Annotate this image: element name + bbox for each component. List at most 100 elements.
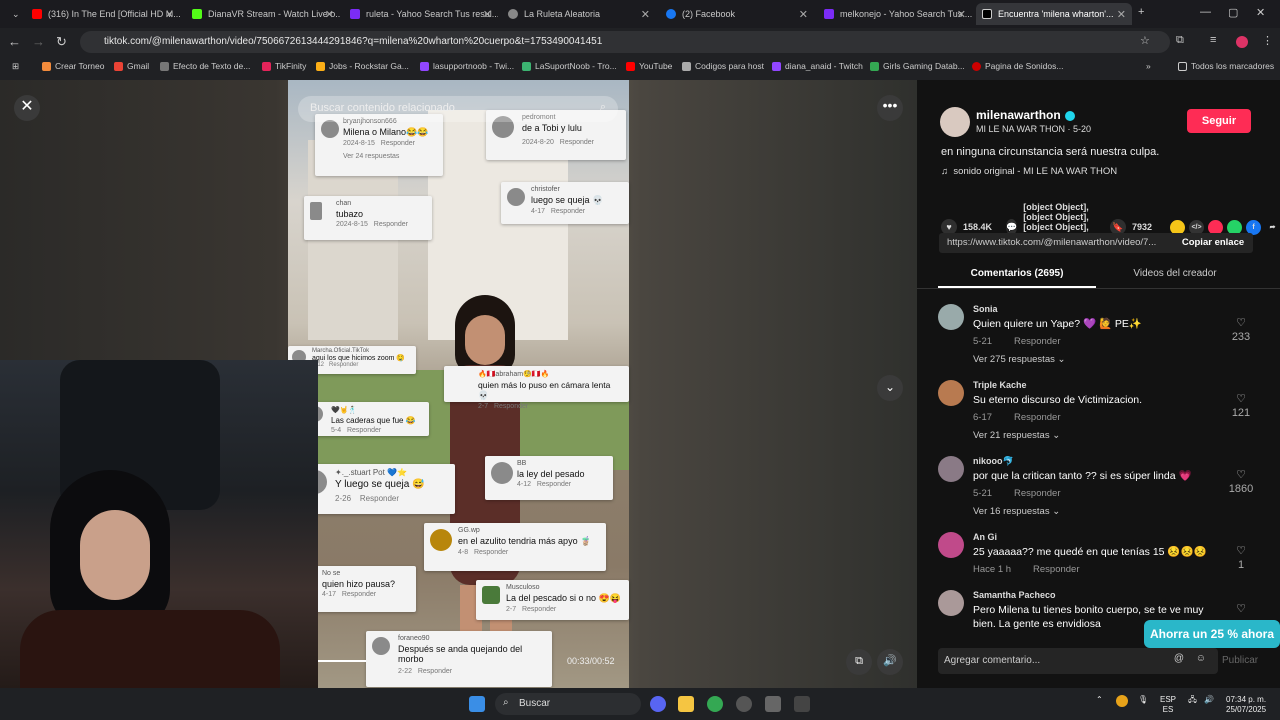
close-video-button[interactable]: ✕ (14, 95, 40, 121)
tab-5[interactable]: (2) Facebook ✕ (660, 3, 814, 25)
reload-icon[interactable]: ↻ (56, 34, 67, 50)
bookmark-item[interactable]: Gmail (114, 61, 149, 71)
comment-like-button[interactable]: ♡ 1 (1226, 544, 1256, 571)
bookmark-item[interactable]: TikFinity (262, 61, 306, 71)
view-replies[interactable]: Ver 16 respuestas ⌄ (973, 506, 1060, 517)
volume-button[interactable]: 🔊 (877, 649, 903, 675)
bookmark-item[interactable]: YouTube (626, 61, 672, 71)
reply-button[interactable]: Responder (1014, 488, 1060, 499)
bookmark-item[interactable]: lasupportnoob - Twi... (420, 61, 514, 71)
creator-name[interactable]: milenawarthon (976, 108, 1075, 122)
bookmark-star-icon[interactable]: ☆ (1140, 34, 1150, 47)
close-icon[interactable]: ✕ (165, 8, 174, 21)
search-icon[interactable]: ⌕ (600, 101, 606, 114)
tab-creator-videos[interactable]: Videos del creador (1096, 268, 1254, 279)
app-icon[interactable] (765, 696, 781, 712)
add-comment-input[interactable]: Agregar comentario... @ ☺ (938, 648, 1218, 674)
comment-author[interactable]: An Gi (973, 532, 997, 542)
extensions-icon[interactable]: ⧉ (1176, 34, 1184, 47)
avatar[interactable] (938, 380, 964, 406)
comment-like-button[interactable]: ♡ 233 (1226, 316, 1256, 343)
obs-icon[interactable] (736, 696, 752, 712)
close-icon[interactable]: ✕ (957, 8, 966, 21)
sound-link[interactable]: ♫ sonido original - MI LE NA WAR THON (941, 166, 1117, 177)
bookmark-item[interactable]: Crear Torneo (42, 61, 104, 71)
volume-icon[interactable]: 🔊 (1204, 695, 1214, 705)
pip-button[interactable]: ⧉ (846, 649, 872, 675)
bookmark-item[interactable]: LaSuportNoob - Tro... (522, 61, 617, 71)
comment-author[interactable]: Samantha Pacheco (973, 590, 1056, 600)
bookmark-item[interactable]: Efecto de Texto de... (160, 61, 250, 71)
tab-7-active[interactable]: Encuentra 'milena wharton'... ✕ (976, 3, 1132, 25)
bookmark-item[interactable]: Jobs - Rockstar Ga... (316, 61, 409, 71)
copy-link-button[interactable]: Copiar enlace (1173, 233, 1253, 253)
maximize-icon[interactable]: ▢ (1228, 6, 1238, 19)
discord-icon[interactable] (650, 696, 666, 712)
forward-icon[interactable]: → (32, 34, 45, 49)
language-indicator[interactable]: ESP ES (1160, 695, 1176, 715)
file-explorer-icon[interactable] (678, 696, 694, 712)
tab-6[interactable]: melkonejo - Yahoo Search Tus ... ✕ (818, 3, 972, 25)
follow-button[interactable]: Seguir (1187, 109, 1251, 133)
chrome-icon[interactable] (707, 696, 723, 712)
comment-like-button[interactable]: ♡ (1226, 602, 1256, 615)
more-options-button[interactable]: ••• (877, 95, 903, 121)
close-icon[interactable]: ✕ (799, 8, 808, 21)
tab-search-button[interactable]: ⌄ (6, 3, 24, 25)
comment-like-button[interactable]: ♡ 1860 (1226, 468, 1256, 495)
comment-author[interactable]: Sonia (973, 304, 998, 314)
windows-start-icon[interactable] (469, 696, 485, 712)
microphone-icon[interactable]: 🎙 (1138, 695, 1148, 705)
close-icon[interactable]: ✕ (483, 8, 492, 21)
bookmark-item[interactable]: Codigos para host (682, 61, 764, 71)
menu-icon[interactable]: ≡ (1210, 34, 1216, 46)
promo-toast[interactable]: Ahorra un 25 % ahora (1144, 620, 1280, 648)
publish-button[interactable]: Publicar (1222, 655, 1258, 666)
comment-like-button[interactable]: ♡ 121 (1226, 392, 1256, 419)
view-replies[interactable]: Ver 21 respuestas ⌄ (973, 430, 1060, 441)
tray-app-icon[interactable] (1116, 695, 1128, 707)
taskbar-search[interactable]: ⌕ Buscar (495, 693, 641, 715)
related-search-input[interactable]: Buscar contenido relacionado ⌕ (298, 96, 618, 122)
tab-1[interactable]: (316) In The End [Official HD M... ✕ (26, 3, 180, 25)
close-icon[interactable]: ✕ (325, 8, 334, 21)
tray-overflow-icon[interactable]: ⌃ (1096, 695, 1103, 705)
window-close-icon[interactable]: ✕ (1256, 6, 1265, 19)
minimize-icon[interactable]: — (1200, 6, 1211, 18)
apps-icon[interactable]: ⊞ (12, 61, 19, 72)
new-tab-icon[interactable]: + (1138, 6, 1144, 18)
tab-4[interactable]: La Ruleta Aleatoria ✕ (502, 3, 656, 25)
bookmark-item[interactable]: diana_anaid - Twitch (772, 61, 863, 71)
profile-avatar[interactable] (1236, 36, 1248, 48)
avatar[interactable] (938, 456, 964, 482)
bookmark-item[interactable]: Pagina de Sonidos... (972, 61, 1063, 71)
comment-author[interactable]: Triple Kache (973, 380, 1027, 390)
url-field[interactable]: tiktok.com/@milenawarthon/video/75066726… (80, 31, 1170, 53)
close-icon[interactable]: ✕ (641, 8, 650, 21)
app-icon[interactable] (794, 696, 810, 712)
more-icon[interactable]: ⋮ (1262, 34, 1273, 47)
avatar[interactable] (938, 532, 964, 558)
bookmark-item[interactable]: Girls Gaming Datab... (870, 61, 965, 71)
next-video-button[interactable]: ⌄ (877, 375, 903, 401)
tab-3[interactable]: ruleta - Yahoo Search Tus resul... ✕ (344, 3, 498, 25)
reply-button[interactable]: Responder (1014, 336, 1060, 347)
share-arrow-icon[interactable]: ➦ (1265, 220, 1280, 235)
reply-button[interactable]: Responder (1033, 564, 1079, 575)
clock[interactable]: 07:34 p. m. 25/07/2025 (1226, 695, 1266, 715)
network-icon[interactable]: 🖧 (1188, 695, 1197, 705)
tab-2[interactable]: DianaVR Stream - Watch Live o... ✕ (186, 3, 340, 25)
mention-icon[interactable]: @ (1174, 653, 1184, 664)
emoji-icon[interactable]: ☺ (1196, 653, 1206, 664)
reply-button[interactable]: Responder (1014, 412, 1060, 423)
avatar[interactable] (938, 590, 964, 616)
video-progress-bar[interactable] (316, 660, 366, 662)
comment-author[interactable]: nikooo🐬 (973, 456, 1014, 467)
all-bookmarks[interactable]: Todos los marcadores (1178, 61, 1274, 71)
bookmarks-overflow-icon[interactable]: » (1146, 61, 1151, 71)
view-replies[interactable]: Ver 275 respuestas ⌄ (973, 354, 1065, 365)
creator-avatar[interactable] (940, 107, 970, 137)
tab-comments[interactable]: Comentarios (2695) (938, 268, 1096, 279)
close-icon[interactable]: ✕ (1117, 8, 1126, 21)
back-icon[interactable]: ← (8, 34, 21, 49)
